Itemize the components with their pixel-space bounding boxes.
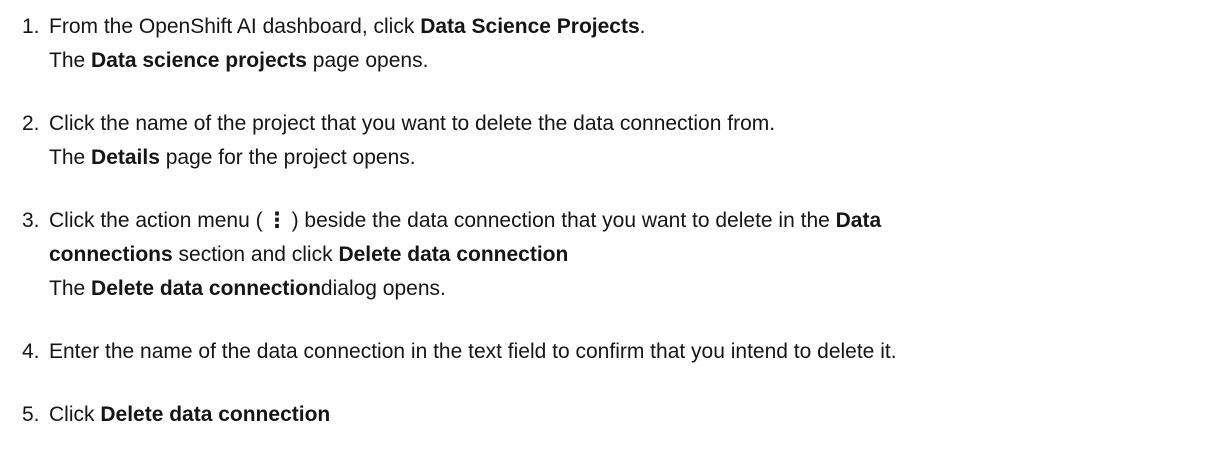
step-number: 3. xyxy=(22,209,40,232)
step-number: 1. xyxy=(22,15,40,38)
ui-term: connections xyxy=(49,243,173,266)
step-instruction: Enter the name of the data connection in… xyxy=(49,340,897,363)
step-result: The Details page for the project opens. xyxy=(49,146,416,169)
ui-term: Data Science Projects xyxy=(420,15,640,38)
step-3: 3. Click the action menu (⋮) beside the … xyxy=(22,204,1213,306)
procedure-steps: 1. From the OpenShift AI dashboard, clic… xyxy=(22,10,1213,432)
document-body: 1. From the OpenShift AI dashboard, clic… xyxy=(0,0,1225,466)
step-instruction: Click Delete data connection xyxy=(49,403,331,426)
step-instruction: From the OpenShift AI dashboard, click D… xyxy=(49,15,646,38)
step-number: 2. xyxy=(22,112,40,135)
step-number: 5. xyxy=(22,403,40,426)
ui-term: Details xyxy=(91,146,160,169)
ui-term: Delete data connection xyxy=(338,243,569,266)
step-result: The Data science projects page opens. xyxy=(49,49,429,72)
step-instruction: Click the action menu (⋮) beside the dat… xyxy=(49,204,1213,238)
kebab-menu-icon: ⋮ xyxy=(266,209,288,232)
step-1: 1. From the OpenShift AI dashboard, clic… xyxy=(22,10,1213,78)
ui-term: Data xyxy=(835,209,882,232)
step-number: 4. xyxy=(22,340,40,363)
ui-term: Delete data connection xyxy=(91,277,321,300)
ui-term: Data science projects xyxy=(91,49,307,72)
step-5: 5. Click Delete data connection xyxy=(22,398,1213,432)
step-instruction-cont: connections section and click Delete dat… xyxy=(49,243,569,266)
ui-term: Delete data connection xyxy=(100,403,331,426)
step-instruction: Click the name of the project that you w… xyxy=(49,112,776,135)
step-4: 4. Enter the name of the data connection… xyxy=(22,335,1213,369)
step-2: 2. Click the name of the project that yo… xyxy=(22,107,1213,175)
step-result: The Delete data connectiondialog opens. xyxy=(49,277,446,300)
